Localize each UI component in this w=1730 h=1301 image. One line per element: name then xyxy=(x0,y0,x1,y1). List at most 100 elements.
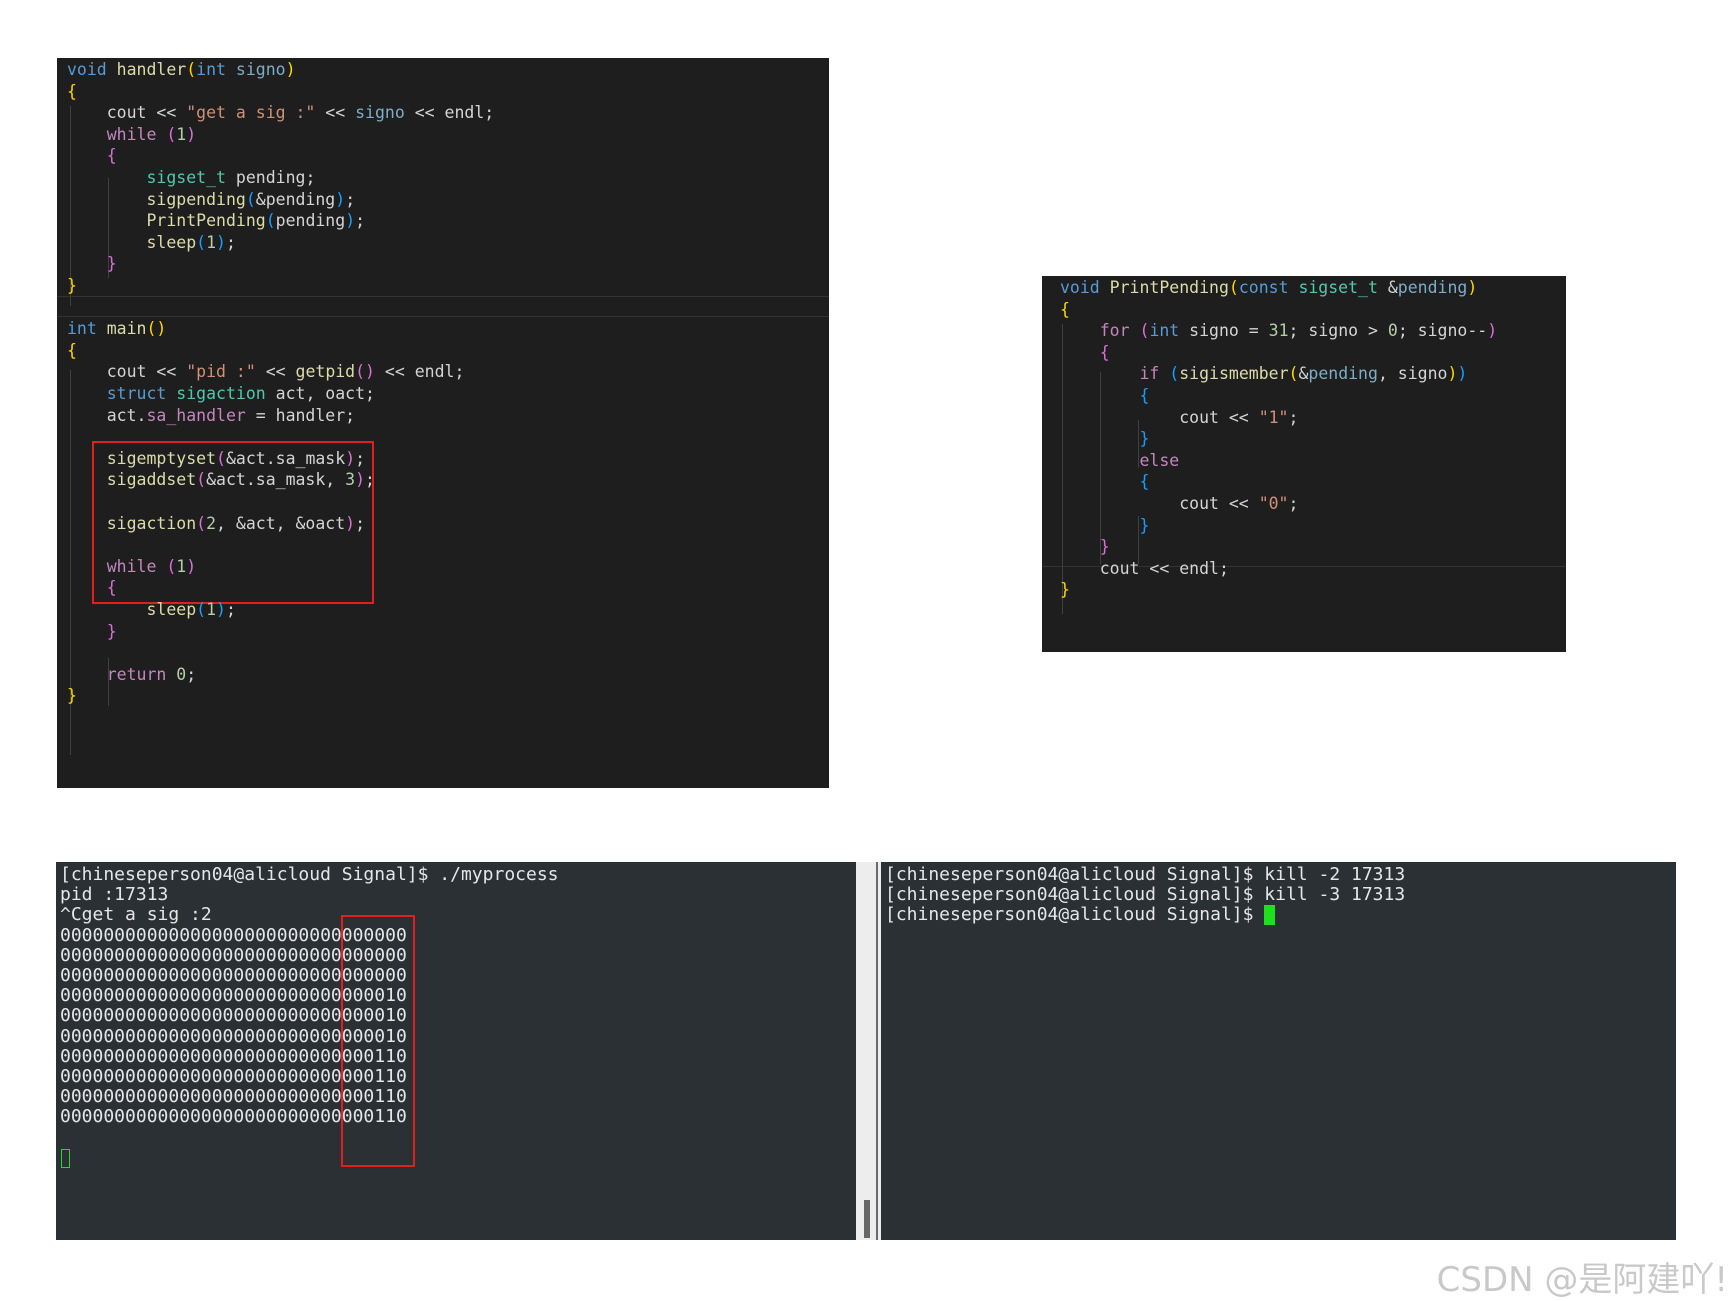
code-token: handler xyxy=(106,60,187,79)
code-token: sleep xyxy=(146,232,197,252)
code-token: { xyxy=(67,81,77,101)
code-token: { xyxy=(67,340,77,360)
code-token: ; signo > xyxy=(1288,321,1388,341)
code-token: void xyxy=(67,60,107,79)
code-token: } xyxy=(1099,537,1110,557)
code-token: struct xyxy=(106,384,167,403)
code-token: sigset_t xyxy=(146,168,226,187)
code-token: act, oact; xyxy=(265,384,375,403)
code-token: if xyxy=(1139,364,1160,384)
code-editor-main[interactable]: void handler(int signo){ cout << "get a … xyxy=(57,58,829,788)
terminal-cursor xyxy=(61,1149,70,1168)
code-token: ( xyxy=(245,189,256,209)
line-if: if (sigismember(&pending, signo)) xyxy=(1060,362,1467,386)
code-token: cout << xyxy=(1060,407,1259,427)
code-token: getpid xyxy=(295,362,356,382)
code-token: while xyxy=(106,124,157,144)
code-token: ; xyxy=(365,470,375,490)
code-token: act. xyxy=(67,405,147,425)
code-token: << xyxy=(315,103,356,123)
line-cout-endl: cout << endl; xyxy=(1060,557,1229,581)
terminal-line: 00000000000000000000000000000010 xyxy=(60,1025,407,1047)
line-cout-1: cout << "1"; xyxy=(1060,406,1298,430)
line-for: for (int signo = 31; signo > 0; signo--) xyxy=(1060,319,1497,343)
code-token: 3 xyxy=(345,470,356,490)
code-token: ( xyxy=(1169,364,1180,384)
code-token: 2 xyxy=(206,513,217,533)
code-token: ; xyxy=(345,189,356,209)
line-if-open: { xyxy=(1060,384,1149,408)
code-token: ( xyxy=(196,600,207,619)
code-editor-printpending[interactable]: void PrintPending(const sigset_t &pendin… xyxy=(1042,276,1566,652)
terminal-program-output[interactable]: [chineseperson04@alicloud Signal]$ ./myp… xyxy=(56,862,856,1240)
line-separator xyxy=(57,296,829,297)
line-main-while-open: { xyxy=(67,576,117,600)
code-token: ( xyxy=(265,211,276,231)
code-token: sigaddset xyxy=(106,470,197,490)
code-token: ( xyxy=(166,556,177,576)
code-token: ) xyxy=(186,124,197,144)
line-handler-while-open: { xyxy=(67,144,117,168)
terminal-line: [chineseperson04@alicloud Signal]$ xyxy=(885,904,1265,926)
code-token: &act.sa_mask, xyxy=(206,470,346,490)
code-token: sigset_t xyxy=(1298,278,1378,297)
code-token: return xyxy=(106,664,167,684)
code-token: ; xyxy=(1288,407,1299,427)
code-token: { xyxy=(1139,472,1150,492)
code-token: ) xyxy=(285,60,296,79)
terminal-line: 00000000000000000000000000000110 xyxy=(60,1066,407,1087)
code-token: const xyxy=(1238,278,1289,297)
code-token: 31 xyxy=(1268,321,1289,341)
line-handler-signature: void handler(int signo) xyxy=(67,58,296,82)
code-token: sigaction xyxy=(106,513,197,533)
code-token: ( xyxy=(186,60,197,79)
line-main-signature: int main() xyxy=(67,317,166,341)
code-token: ; xyxy=(186,664,197,684)
line-handler-sleep: sleep(1); xyxy=(67,231,236,255)
line-handler-while-close: } xyxy=(67,252,117,276)
terminal-kill-commands[interactable]: [chineseperson04@alicloud Signal]$ kill … xyxy=(881,862,1676,1240)
code-token: main xyxy=(96,319,147,339)
code-token: cout << endl; xyxy=(1060,558,1229,578)
code-token: sa_handler xyxy=(146,405,246,425)
code-token: ( xyxy=(196,470,207,490)
terminal-line: [chineseperson04@alicloud Signal]$ ./myp… xyxy=(60,864,559,885)
line-else: else xyxy=(1060,449,1179,473)
code-token: << endl; xyxy=(375,362,465,382)
code-token: cout << xyxy=(1060,494,1259,513)
code-token: ( xyxy=(216,448,226,468)
code-token: pending xyxy=(1397,278,1468,297)
code-token: ; xyxy=(355,513,366,533)
scrollbar-thumb[interactable] xyxy=(864,1200,870,1238)
code-token: "get a sig :" xyxy=(186,103,316,123)
code-token: pending; xyxy=(225,168,316,187)
code-token: PrintPending xyxy=(146,211,266,231)
code-token: 0 xyxy=(176,664,187,684)
line-handler-cout: cout << "get a sig :" << signo << endl; xyxy=(67,101,494,125)
code-token: for xyxy=(1099,321,1130,341)
terminal-cursor xyxy=(1264,905,1276,926)
code-token: { xyxy=(106,146,117,166)
terminal-line: [chineseperson04@alicloud Signal]$ kill … xyxy=(885,864,1406,885)
line-printpending-call: PrintPending(pending); xyxy=(67,209,365,233)
code-token: 1 xyxy=(176,124,187,144)
code-token: ; xyxy=(225,232,236,252)
line-main-sleep: sleep(1); xyxy=(67,598,235,622)
code-token: int xyxy=(1149,321,1180,341)
code-token: ( xyxy=(1139,321,1150,341)
code-token: { xyxy=(1139,386,1150,405)
code-token: ) xyxy=(216,232,226,252)
